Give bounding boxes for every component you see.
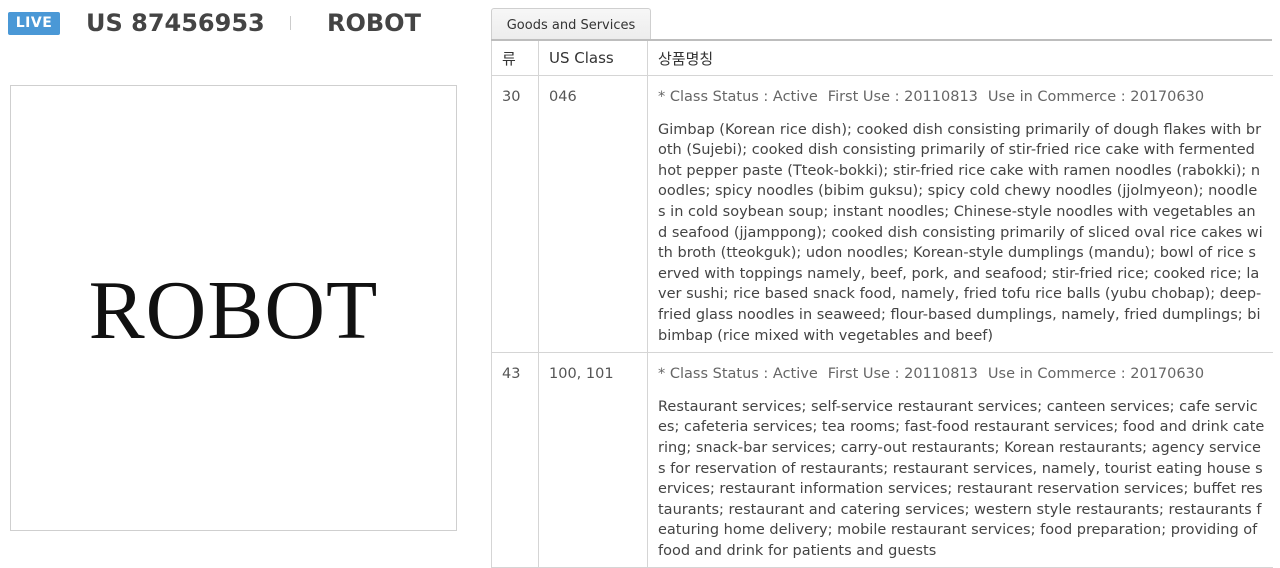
class-status-line: * Class Status : Active First Use : 20110… [658, 87, 1265, 108]
mark-image: ROBOT [10, 85, 457, 531]
serial-number: US 87456953 [86, 9, 265, 37]
goods-cell: * Class Status : Active First Use : 20110… [647, 352, 1273, 568]
tab-goods-and-services[interactable]: Goods and Services [491, 8, 651, 40]
title-divider [290, 16, 291, 30]
class-status: * Class Status : Active [658, 89, 818, 105]
table-row: 43 100, 101 * Class Status : Active First… [491, 352, 1273, 568]
live-status-badge: LIVE [8, 12, 60, 35]
us-class-cell: 046 [538, 75, 648, 354]
mark-image-word: ROBOT [88, 263, 379, 357]
class-status: * Class Status : Active [658, 366, 818, 383]
us-class-cell: 100, 101 [538, 352, 648, 568]
column-header-goods-name: 상품명칭 [647, 41, 1273, 76]
column-header-class: 류 [491, 41, 539, 76]
mark-name: ROBOT [327, 9, 421, 37]
class-cell: 30 [491, 75, 539, 354]
table-header-row: 류 US Class 상품명칭 [491, 41, 1273, 76]
goods-services-table: 류 US Class 상품명칭 30 046 * Class Status : … [491, 39, 1273, 568]
first-use: First Use : 20110813 [827, 366, 978, 383]
use-in-commerce: Use in Commerce : 20170630 [987, 366, 1205, 383]
goods-description: Restaurant services; self-service restau… [658, 398, 1265, 559]
first-use: First Use : 20110813 [827, 89, 978, 105]
goods-cell: * Class Status : Active First Use : 20110… [647, 75, 1273, 354]
table-row: 30 046 * Class Status : Active First Use … [491, 75, 1273, 354]
column-header-us-class: US Class [538, 41, 648, 76]
goods-description: Gimbap (Korean rice dish); cooked dish c… [658, 121, 1263, 344]
use-in-commerce: Use in Commerce : 20170630 [987, 89, 1205, 105]
class-cell: 43 [491, 352, 539, 568]
class-status-line: * Class Status : Active First Use : 20110… [658, 364, 1265, 385]
